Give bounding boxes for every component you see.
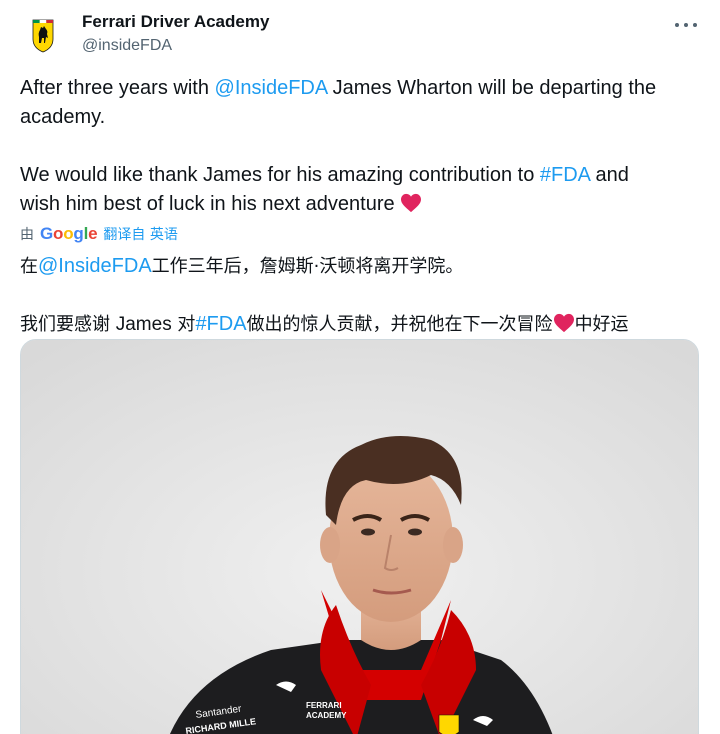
tweet-line: wish him best of luck in his next advent… [20, 190, 710, 219]
mention-link[interactable]: @InsideFDA [38, 255, 152, 277]
translated-text: 在@InsideFDA工作三年后，詹姆斯·沃顿将离开学院。 我们要感谢 Jame… [20, 252, 710, 339]
suit-text: ACADEMY [306, 711, 347, 720]
translated-line: 我们要感谢 James 对#FDA做出的惊人贡献，并祝他在下一次冒险 中好运 [20, 313, 629, 335]
mention-link[interactable]: @InsideFDA [215, 77, 328, 99]
driver-portrait-image: FERRARI ACADEMY Santander RICHARD MILLE [21, 340, 698, 734]
account-handle[interactable]: @insideFDA [82, 37, 172, 55]
ferrari-shield-icon [20, 12, 66, 58]
google-logo: Google [40, 224, 98, 243]
hashtag-link[interactable]: #FDA [540, 164, 590, 186]
translation-attribution: 由 Google 翻译自 英语 [20, 224, 178, 244]
hashtag-link[interactable]: #FDA [195, 313, 246, 335]
tweet-media-photo[interactable]: FERRARI ACADEMY Santander RICHARD MILLE [20, 339, 699, 734]
tweet-line: academy. [20, 106, 106, 128]
avatar[interactable] [20, 12, 66, 58]
more-options-icon[interactable] [674, 14, 698, 34]
translated-from-link[interactable]: 翻译自 英语 [103, 224, 177, 244]
tweet-line: After three years with @InsideFDA James … [20, 77, 657, 99]
translated-line: 在@InsideFDA工作三年后，詹姆斯·沃顿将离开学院。 [20, 255, 464, 277]
tweet-text: After three years with @InsideFDA James … [20, 74, 710, 219]
suit-text: FERRARI [306, 701, 342, 710]
account-name[interactable]: Ferrari Driver Academy [82, 12, 269, 32]
tweet-header: Ferrari Driver Academy @insideFDA [20, 10, 700, 62]
heart-emoji-icon [400, 193, 422, 213]
tweet-line: We would like thank James for his amazin… [20, 164, 629, 186]
heart-emoji-icon [553, 313, 575, 333]
